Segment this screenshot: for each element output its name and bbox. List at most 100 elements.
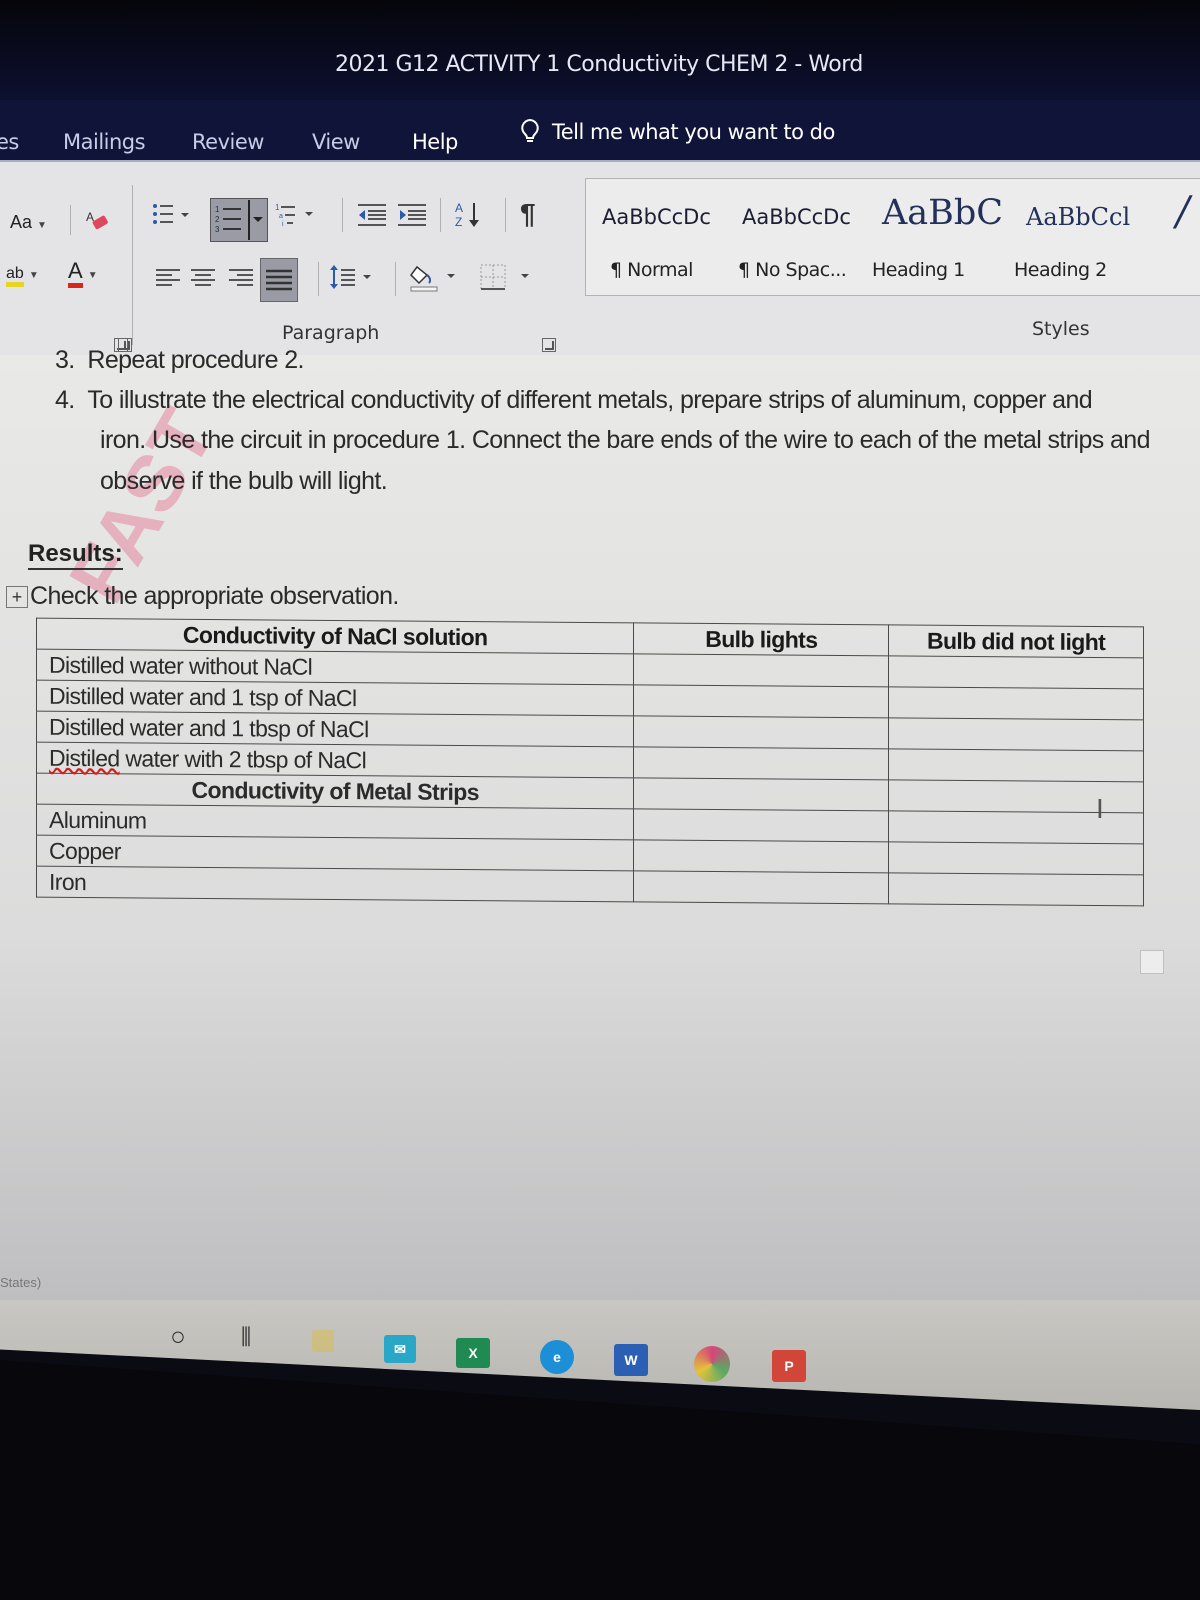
bulb-lights-cell[interactable] — [633, 715, 889, 749]
svg-text:Z: Z — [455, 215, 462, 229]
numbering-icon: 123 — [215, 200, 263, 240]
tab-view[interactable]: View — [312, 130, 360, 154]
window-title: 2021 G12 ACTIVITY 1 Conductivity CHEM 2 … — [335, 52, 863, 77]
bulb-lights-cell[interactable] — [633, 684, 889, 718]
powerpoint-icon[interactable]: P — [772, 1350, 806, 1382]
numbering-button[interactable]: 123 — [210, 198, 268, 242]
justify-icon — [266, 269, 292, 291]
divider — [342, 198, 343, 232]
row-label: Distiled water with 2 tbsp of NaCl — [36, 742, 634, 778]
bulb-lights-cell[interactable] — [633, 839, 889, 873]
bulb-not-light-cell[interactable] — [888, 872, 1144, 906]
tab-review[interactable]: Review — [192, 130, 264, 154]
header-bulb-not-light: Bulb did not light — [888, 624, 1144, 658]
sort-button[interactable]: AZ — [452, 198, 484, 232]
multilevel-list-button[interactable]: 1ai — [272, 200, 320, 230]
bulb-not-light-cell[interactable] — [888, 717, 1144, 751]
row-label: Aluminum — [36, 804, 634, 840]
bulb-lights-cell[interactable] — [633, 808, 889, 842]
bulb-not-light-cell[interactable] — [888, 655, 1144, 689]
line-spacing-icon — [330, 265, 371, 289]
search-icon[interactable]: ○ — [164, 1321, 192, 1351]
header-bulb-lights: Bulb lights — [633, 622, 889, 656]
status-language[interactable]: States) — [0, 1275, 41, 1290]
divider — [318, 262, 319, 296]
row-label: Copper — [36, 835, 634, 871]
group-divider — [132, 185, 133, 345]
style-heading-2[interactable]: AaBbCcl Heading 2 — [1014, 203, 1130, 281]
align-left-icon — [156, 269, 180, 286]
decrease-indent-icon — [358, 204, 386, 226]
tab-references[interactable]: es — [0, 130, 19, 154]
align-left-button[interactable] — [155, 265, 181, 289]
divider — [395, 262, 396, 296]
mail-icon[interactable]: ✉ — [384, 1335, 416, 1363]
highlight-button[interactable]: ab ▼ — [6, 262, 39, 287]
bulb-not-light-cell[interactable] — [888, 810, 1144, 844]
divider — [70, 205, 71, 235]
style-title-partial[interactable]: / — [1176, 189, 1189, 235]
bullets-icon — [153, 204, 189, 224]
line-spacing-button[interactable] — [328, 262, 378, 292]
clear-formatting-button[interactable]: A — [82, 206, 112, 236]
align-center-icon — [191, 269, 215, 286]
tab-mailings[interactable]: Mailings — [63, 130, 146, 154]
align-right-icon — [229, 269, 253, 286]
borders-button[interactable] — [478, 260, 536, 294]
edge-icon[interactable]: e — [540, 1340, 574, 1374]
styles-gallery: AaBbCcDc ¶ Normal AaBbCcDc ¶ No Spac... … — [585, 178, 1200, 296]
excel-icon[interactable]: X — [456, 1338, 490, 1368]
svg-text:3: 3 — [215, 225, 220, 234]
bulb-lights-cell[interactable] — [633, 653, 889, 687]
bulb-not-light-cell[interactable] — [888, 748, 1144, 782]
bulb-lights-cell[interactable] — [633, 746, 889, 780]
styles-group-label: Styles — [1032, 318, 1090, 340]
row-label: Distilled water and 1 tsp of NaCl — [36, 680, 634, 716]
bulb-not-light-cell[interactable] — [888, 841, 1144, 875]
title-bar: 2021 G12 ACTIVITY 1 Conductivity CHEM 2 … — [0, 0, 1200, 100]
align-right-button[interactable] — [228, 265, 254, 289]
bulb-lights-cell[interactable] — [633, 777, 889, 811]
sort-icon: AZ — [455, 201, 479, 229]
table-resize-handle[interactable] — [1140, 950, 1164, 974]
font-color-button[interactable]: A ▼ — [68, 258, 98, 288]
task-view-icon[interactable]: ⫼ — [232, 1322, 260, 1352]
procedure-4-line-2: iron. Use the circuit in procedure 1. Co… — [100, 426, 1151, 454]
table-move-handle[interactable]: + — [6, 586, 28, 608]
bulb-not-light-cell[interactable] — [888, 779, 1144, 813]
eraser-icon: A — [86, 210, 108, 230]
justify-button[interactable] — [260, 258, 298, 302]
bullets-button[interactable] — [150, 200, 196, 230]
word-icon[interactable]: W — [614, 1344, 648, 1376]
misspelled-word[interactable]: Distiled — [49, 744, 120, 771]
tab-help[interactable]: Help — [412, 130, 458, 154]
results-heading: Results: — [28, 540, 123, 570]
style-no-spacing[interactable]: AaBbCcDc ¶ No Spac... — [738, 205, 851, 281]
svg-text:1: 1 — [215, 205, 220, 214]
center-button[interactable] — [190, 265, 216, 289]
bulb-not-light-cell[interactable] — [888, 686, 1144, 720]
chrome-icon[interactable] — [694, 1346, 730, 1382]
style-normal[interactable]: AaBbCcDc ¶ Normal — [602, 205, 711, 281]
row-label: Distilled water without NaCl — [36, 649, 634, 685]
paint-bucket-icon — [410, 265, 455, 292]
svg-text:A: A — [86, 210, 94, 224]
change-case-button[interactable]: Aa ▼ — [10, 212, 47, 233]
svg-text:1: 1 — [275, 203, 280, 212]
procedure-4-line-1: 4. To illustrate the electrical conducti… — [55, 386, 1093, 414]
borders-icon — [480, 264, 529, 290]
bulb-lights-cell[interactable] — [633, 870, 889, 904]
increase-indent-button[interactable] — [395, 200, 429, 230]
style-heading-1[interactable]: AaBbC Heading 1 — [872, 193, 1003, 281]
tell-me-search[interactable]: Tell me what you want to do — [520, 118, 835, 146]
lightbulb-icon — [520, 118, 540, 146]
show-hide-marks-button[interactable]: ¶ — [520, 198, 536, 230]
svg-text:2: 2 — [215, 215, 220, 224]
paragraph-group-label: Paragraph — [282, 322, 380, 344]
paragraph-dialog-launcher[interactable] — [542, 338, 556, 352]
observation-table: Conductivity of NaCl solution Bulb light… — [36, 618, 1144, 907]
decrease-indent-button[interactable] — [355, 200, 389, 230]
svg-text:A: A — [455, 201, 463, 215]
shading-button[interactable] — [408, 260, 464, 294]
file-explorer-icon[interactable] — [312, 1330, 334, 1352]
